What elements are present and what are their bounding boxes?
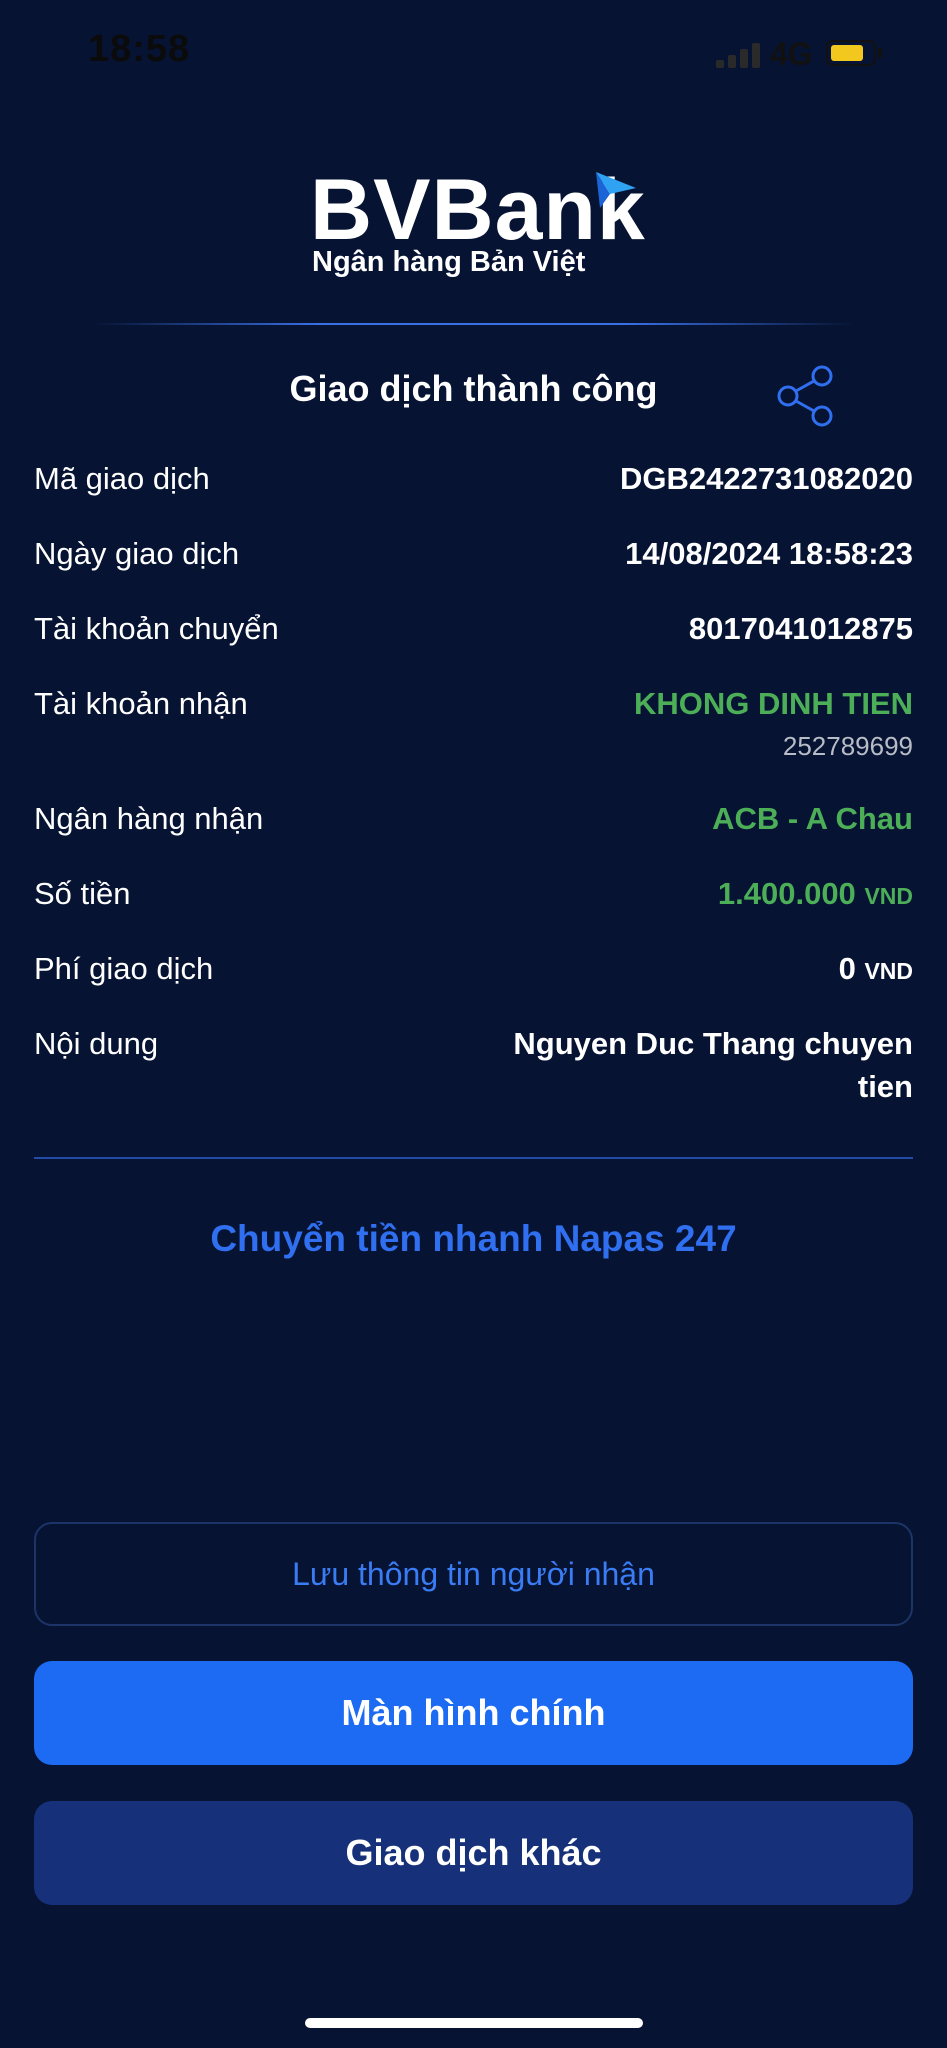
brand-tagline: Ngân hàng Bản Việt [312,246,586,278]
bank-label: Ngân hàng nhận [34,801,264,836]
transaction-date-label: Ngày giao dịch [34,536,240,571]
home-indicator[interactable] [305,2018,643,2028]
content-line-1: Nguyen Duc Thang chuyen [513,1026,913,1061]
recipient-name: KHONG DINH TIEN [634,686,913,721]
other-transaction-label: Giao dịch khác [345,1832,602,1873]
from-account-label: Tài khoản chuyển [34,611,279,646]
service-name: Chuyển tiền nhanh Napas 247 [210,1218,737,1259]
battery-tip [878,48,882,58]
fee-number: 0 [838,951,856,986]
share-icon[interactable] [772,362,840,430]
save-recipient-label: Lưu thông tin người nhận [292,1555,655,1592]
network-type: 4G [770,36,813,72]
signal-icon [716,42,762,68]
section-divider [34,1157,913,1159]
bank-value: ACB - A Chau [712,801,913,836]
logo-arrow-icon [596,172,636,208]
fee-unit: VND [864,958,913,984]
amount-unit: VND [864,883,913,909]
recipient-account-number: 252789699 [782,731,913,761]
to-account-label: Tài khoản nhận [34,686,248,721]
fee-label: Phí giao dịch [34,951,214,986]
header-divider [92,323,855,325]
amount-number: 1.400.000 [717,876,856,911]
fee-value: 0 VND [839,951,913,987]
amount-value: 1.400.000 VND [718,876,913,912]
status-bar: 18:58 4G [0,0,947,110]
home-screen-button[interactable]: Màn hình chính [34,1661,913,1765]
transaction-date-value: 14/08/2024 18:58:23 [625,536,913,571]
amount-label: Số tiền [34,876,131,911]
transaction-id-value: DGB2422731082020 [619,461,913,496]
status-time: 18:58 [88,28,191,70]
other-transaction-button[interactable]: Giao dịch khác [34,1801,913,1905]
from-account-value: 8017041012875 [688,611,913,646]
battery-icon [826,40,876,66]
content-line-2: tien [857,1069,913,1104]
content-label: Nội dung [34,1026,159,1061]
transaction-id-label: Mã giao dịch [34,461,210,496]
save-recipient-button[interactable]: Lưu thông tin người nhận [34,1522,913,1626]
home-screen-label: Màn hình chính [341,1692,606,1733]
